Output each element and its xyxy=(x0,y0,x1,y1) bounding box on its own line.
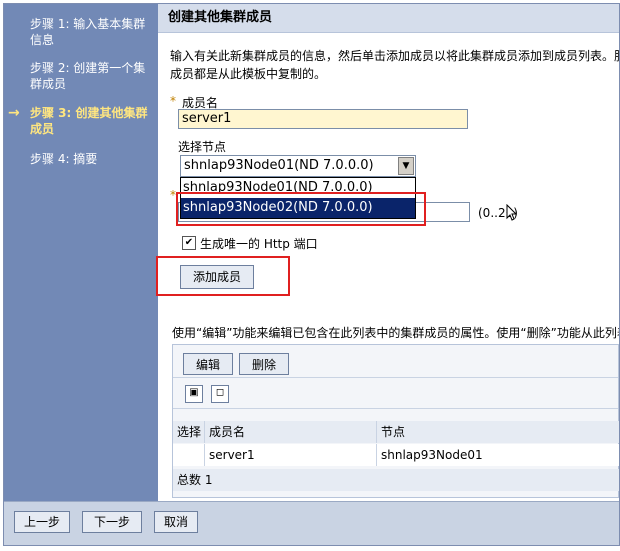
unique-http-port-checkbox[interactable]: ✔ xyxy=(182,236,196,250)
table-actions-bar: 编辑 删除 xyxy=(173,345,618,378)
dropdown-arrow-icon[interactable]: ▼ xyxy=(398,157,414,175)
wizard-frame: 步骤 1: 输入基本集群信息 步骤 2: 创建第一个集群成员 → 步骤 3: 创… xyxy=(3,3,620,546)
edit-button[interactable]: 编辑 xyxy=(183,353,233,375)
description-line-2: 成员都是从此模板中复制的。 xyxy=(170,67,327,81)
mouse-cursor-icon xyxy=(506,204,516,221)
wizard-footer: 上一步 下一步 取消 xyxy=(4,501,619,545)
step-2[interactable]: 步骤 2: 创建第一个集群成员 xyxy=(30,60,148,92)
column-header-member-name[interactable]: 成员名 xyxy=(205,421,377,443)
node-select[interactable]: shnlap93Node01(ND 7.0.0.0) ▼ xyxy=(180,155,416,177)
previous-button[interactable]: 上一步 xyxy=(14,511,70,533)
page-title: 创建其他集群成员 xyxy=(158,4,619,33)
unique-http-port-label: 生成唯一的 Http 端口 xyxy=(200,237,318,251)
column-header-select: 选择 xyxy=(173,421,205,443)
select-all-icon[interactable]: ▣ xyxy=(185,385,203,403)
cancel-button[interactable]: 取消 xyxy=(154,511,198,533)
page-description: 输入有关此新集群成员的信息，然后单击添加成员以将此集群成员添加到成员列表。服 成… xyxy=(170,47,620,83)
table-total: 总数 1 xyxy=(173,469,619,491)
current-step-arrow-icon: → xyxy=(8,105,20,121)
row-member-name: server1 xyxy=(205,444,377,466)
annotation-box-node-option xyxy=(176,192,426,226)
deselect-all-icon[interactable]: ◻ xyxy=(211,385,229,403)
annotation-box-add-member xyxy=(156,256,290,296)
column-header-node[interactable]: 节点 xyxy=(377,421,619,443)
next-button[interactable]: 下一步 xyxy=(82,511,142,533)
step-4[interactable]: 步骤 4: 摘要 xyxy=(30,151,148,167)
member-name-input[interactable]: server1 xyxy=(178,109,468,129)
members-instruction: 使用“编辑”功能来编辑已包含在此列表中的集群成员的属性。使用“删除”功能从此列表 xyxy=(172,326,620,340)
table-select-tools: ▣ ◻ xyxy=(173,378,618,409)
wizard-steps-sidebar: 步骤 1: 输入基本集群信息 步骤 2: 创建第一个集群成员 → 步骤 3: 创… xyxy=(4,4,158,501)
description-line-1: 输入有关此新集群成员的信息，然后单击添加成员以将此集群成员添加到成员列表。服 xyxy=(170,49,620,63)
node-select-label: 选择节点 xyxy=(178,140,227,154)
members-table: 编辑 删除 ▣ ◻ 选择 成员名 节点 server1 shnlap93Node… xyxy=(172,344,619,498)
main-panel: 创建其他集群成员 输入有关此新集群成员的信息，然后单击添加成员以将此集群成员添加… xyxy=(156,4,620,501)
node-select-value: shnlap93Node01(ND 7.0.0.0) xyxy=(184,158,374,173)
row-select-cell xyxy=(173,444,205,466)
step-1[interactable]: 步骤 1: 输入基本集群信息 xyxy=(30,16,148,48)
row-node: shnlap93Node01 xyxy=(377,444,619,466)
step-3-current: 步骤 3: 创建其他集群成员 xyxy=(30,106,148,136)
required-mark: * xyxy=(170,94,176,108)
delete-button[interactable]: 删除 xyxy=(239,353,289,375)
